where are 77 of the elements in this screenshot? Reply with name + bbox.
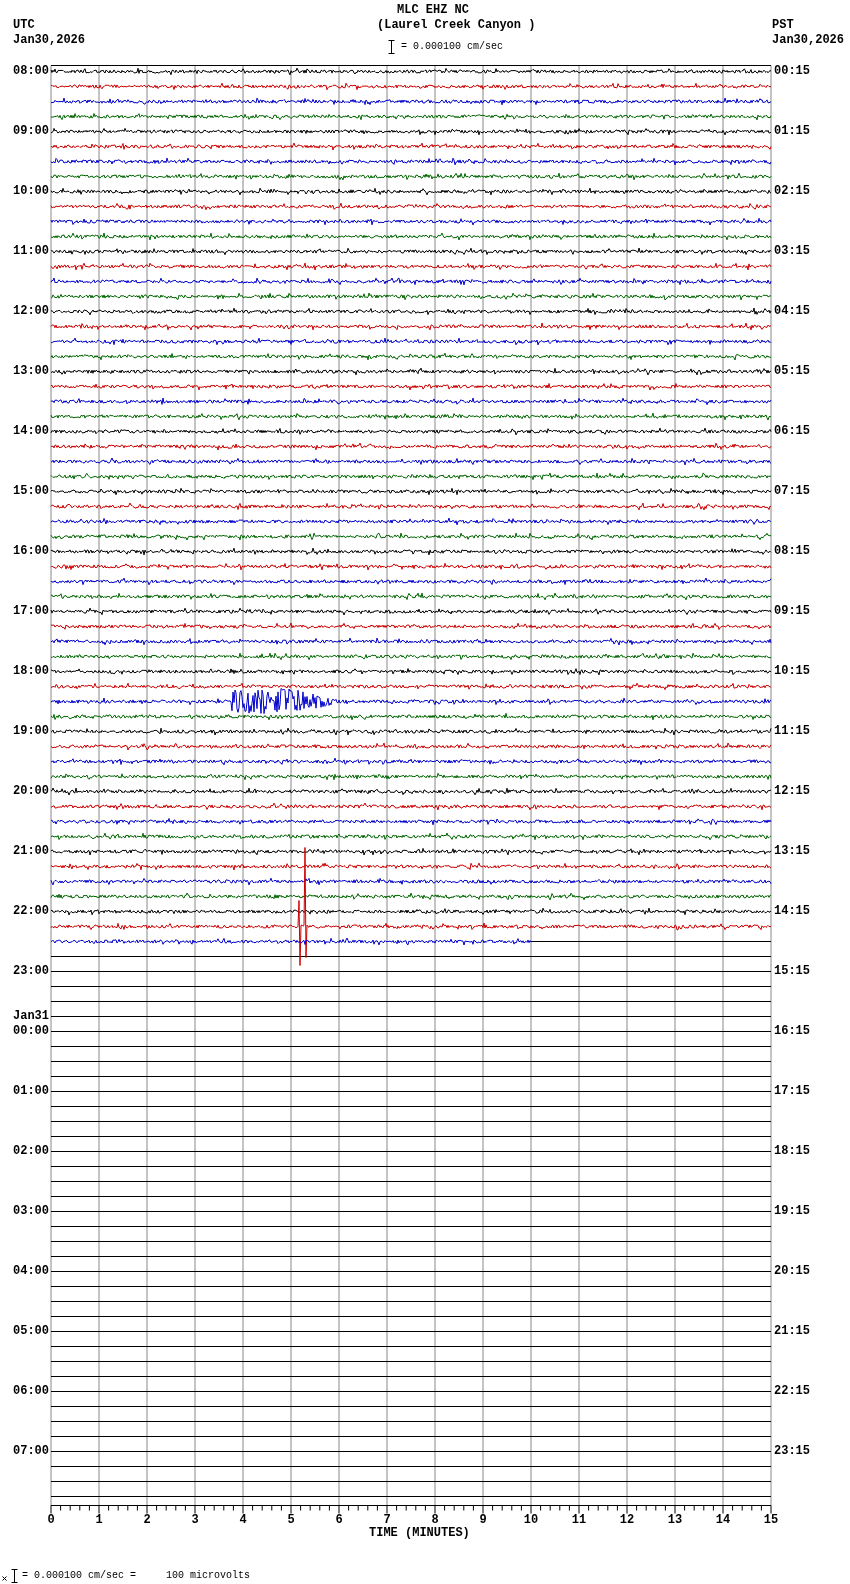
utc-time-label: 13:00 <box>13 363 49 378</box>
utc-time-label: 06:00 <box>13 1383 49 1398</box>
utc-time-label: 02:00 <box>13 1143 49 1158</box>
utc-time-label: 00:00 <box>13 1023 49 1038</box>
utc-time-label: 23:00 <box>13 963 49 978</box>
utc-time-label: 07:00 <box>13 1443 49 1458</box>
utc-time-label: 11:00 <box>13 243 49 258</box>
pst-time-label: 09:15 <box>774 603 810 618</box>
utc-time-label: 22:00 <box>13 903 49 918</box>
pst-time-label: 22:15 <box>774 1383 810 1398</box>
utc-time-label: 10:00 <box>13 183 49 198</box>
tick-label: 1 <box>94 1514 104 1527</box>
pst-time-label: 20:15 <box>774 1263 810 1278</box>
tick-label: 9 <box>478 1514 488 1527</box>
tick-label: 2 <box>142 1514 152 1527</box>
pst-time-label: 01:15 <box>774 123 810 138</box>
pst-time-label: 16:15 <box>774 1023 810 1038</box>
pst-time-label: 21:15 <box>774 1323 810 1338</box>
utc-time-label: 04:00 <box>13 1263 49 1278</box>
station-location: (Laurel Creek Canyon ) <box>377 18 536 33</box>
utc-time-label: 16:00 <box>13 543 49 558</box>
pst-time-label: 05:15 <box>774 363 810 378</box>
scale-bar-icon <box>388 39 395 54</box>
utc-time-label: 21:00 <box>13 843 49 858</box>
tick-label: 0 <box>46 1514 56 1527</box>
pst-time-label: 13:15 <box>774 843 810 858</box>
utc-time-label: 09:00 <box>13 123 49 138</box>
tick-label: 3 <box>190 1514 200 1527</box>
tick-label: 6 <box>334 1514 344 1527</box>
tick-label: 7 <box>382 1514 392 1527</box>
utc-time-label: 08:00 <box>13 63 49 78</box>
pst-time-label: 17:15 <box>774 1083 810 1098</box>
tick-label: 15 <box>762 1514 780 1527</box>
pst-time-label: 06:15 <box>774 423 810 438</box>
station-title: MLC EHZ NC <box>397 3 469 18</box>
utc-time-label: 20:00 <box>13 783 49 798</box>
pst-time-label: 08:15 <box>774 543 810 558</box>
utc-label: UTC <box>13 18 36 33</box>
date-label: Jan31 <box>13 1008 49 1024</box>
utc-time-label: 05:00 <box>13 1323 49 1338</box>
pst-time-label: 04:15 <box>774 303 810 318</box>
tick-label: 12 <box>618 1514 636 1527</box>
pst-time-label: 12:15 <box>774 783 810 798</box>
footer-text: = 0.000100 cm/sec = 100 microvolts <box>22 1569 251 1583</box>
utc-time-label: 01:00 <box>13 1083 49 1098</box>
pst-time-label: 18:15 <box>774 1143 810 1158</box>
pst-date: Jan30,2026 <box>772 33 844 48</box>
utc-time-label: 03:00 <box>13 1203 49 1218</box>
tick-label: 5 <box>286 1514 296 1527</box>
pst-time-label: 03:15 <box>774 243 810 258</box>
tick-label: 8 <box>430 1514 440 1527</box>
pst-time-label: 10:15 <box>774 663 810 678</box>
pst-time-label: 23:15 <box>774 1443 810 1458</box>
scale-bar-icon <box>11 1569 18 1583</box>
utc-time-label: 15:00 <box>13 483 49 498</box>
scale-text: = 0.000100 cm/sec <box>401 40 504 54</box>
tick-label: 10 <box>522 1514 540 1527</box>
tick-label: 4 <box>238 1514 248 1527</box>
utc-time-label: 18:00 <box>13 663 49 678</box>
pst-time-label: 07:15 <box>774 483 810 498</box>
tick-label: 14 <box>714 1514 732 1527</box>
utc-time-label: 14:00 <box>13 423 49 438</box>
cross-mark-icon <box>2 1576 7 1581</box>
utc-time-label: 12:00 <box>13 303 49 318</box>
pst-time-label: 02:15 <box>774 183 810 198</box>
utc-time-label: 17:00 <box>13 603 49 618</box>
pst-time-label: 11:15 <box>774 723 810 738</box>
pst-time-label: 15:15 <box>774 963 810 978</box>
pst-label: PST <box>772 18 795 33</box>
pst-time-label: 00:15 <box>774 63 810 78</box>
tick-label: 11 <box>570 1514 588 1527</box>
pst-time-label: 14:15 <box>774 903 810 918</box>
utc-time-label: 19:00 <box>13 723 49 738</box>
utc-date: Jan30,2026 <box>13 33 86 48</box>
pst-time-label: 19:15 <box>774 1203 810 1218</box>
tick-label: 13 <box>666 1514 684 1527</box>
axis-title: TIME (MINUTES) <box>369 1527 470 1540</box>
